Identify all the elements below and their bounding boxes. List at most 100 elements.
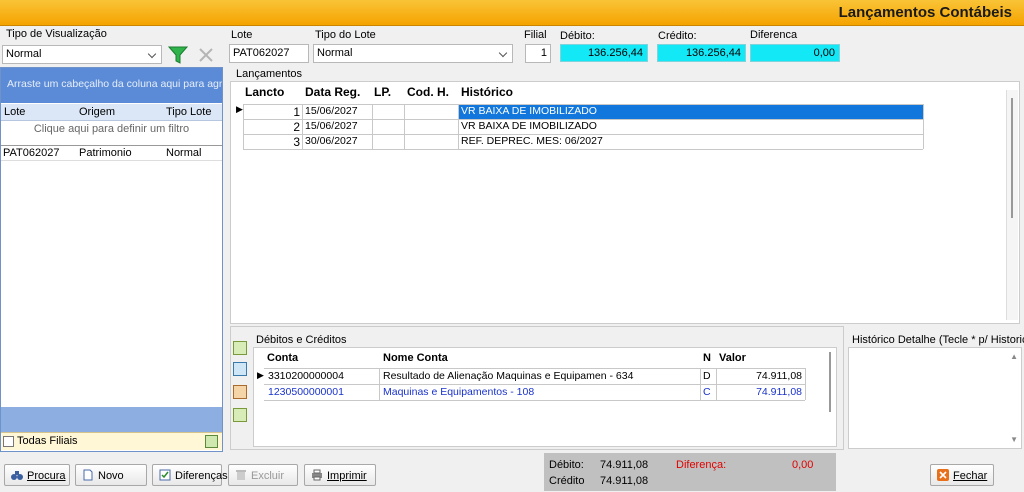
n-cell: D	[703, 370, 711, 382]
filial-label: Filial	[524, 29, 547, 41]
diferencas-button[interactable]: Diferenças	[152, 464, 228, 486]
fechar-label: Fechar	[953, 470, 988, 482]
window-title: Lançamentos Contábeis	[838, 4, 1012, 21]
lancto-cell: 2	[293, 120, 300, 134]
data-cell: 30/06/2027	[305, 135, 358, 147]
novo-button[interactable]: Novo	[75, 464, 147, 486]
excluir-label: Excluir	[251, 470, 285, 482]
tipo-lote-select[interactable]: Normal	[313, 44, 513, 63]
view-type-value: Normal	[6, 48, 42, 60]
scroll-up-icon[interactable]: ▲	[1010, 352, 1018, 361]
col-conta[interactable]: Conta	[267, 352, 298, 364]
col-n[interactable]: N	[703, 352, 711, 364]
lancamentos-label: Lançamentos	[236, 68, 303, 80]
col-tipo-lote[interactable]: Tipo Lote	[166, 106, 211, 118]
conta-cell: 1230500000001	[268, 386, 344, 398]
add-entry-icon[interactable]	[233, 341, 247, 355]
filter-icon[interactable]	[167, 45, 189, 68]
lote-field[interactable]: PAT062027	[229, 44, 309, 63]
tipo-lote-label: Tipo do Lote	[315, 29, 376, 41]
filter-row[interactable]: Clique aqui para definir um filtro	[1, 121, 222, 138]
lote-grid-header: Lote Origem Tipo Lote	[1, 104, 222, 121]
new-document-icon	[82, 469, 94, 481]
group-by-area[interactable]: Arraste um cabeçalho da coluna aqui para…	[1, 68, 222, 103]
col-lp[interactable]: LP.	[374, 85, 391, 99]
clear-filter-icon[interactable]	[198, 46, 214, 67]
delete-icon	[235, 469, 247, 481]
row-tipo: Normal	[166, 147, 202, 159]
data-cell: 15/06/2027	[305, 105, 358, 117]
status-credito-value: 74.911,08	[600, 475, 649, 487]
table-row[interactable]: 3310200000004 Resultado de Alienação Maq…	[264, 370, 805, 384]
all-filiais-checkbox[interactable]	[3, 436, 14, 447]
diferenca-label: Diferenca	[750, 29, 798, 41]
table-row[interactable]: 1230500000001 Maquinas e Equipamentos - …	[264, 386, 805, 400]
valor-cell: 74.911,08	[756, 370, 802, 382]
grid-footer	[1, 407, 222, 432]
imprimir-label: Imprimir	[327, 470, 367, 482]
historico-cell: VR BAIXA DE IMOBILIZADO	[461, 120, 597, 132]
view-type-label: Tipo de Visualização	[6, 28, 107, 40]
binoculars-icon	[11, 469, 23, 481]
col-lote[interactable]: Lote	[4, 106, 25, 118]
lote-label: Lote	[231, 29, 253, 41]
conta-cell: 3310200000004	[268, 370, 344, 382]
all-filiais-bar: Todas Filiais	[1, 432, 222, 450]
title-bar: Lançamentos Contábeis	[0, 0, 1024, 26]
debito-total: 136.256,44	[560, 44, 648, 62]
debcred-label: Débitos e Créditos	[256, 334, 347, 346]
current-row-indicator: ▶	[257, 370, 264, 380]
lancto-cell: 3	[293, 135, 300, 149]
col-valor[interactable]: Valor	[719, 352, 746, 364]
refresh-icon[interactable]	[205, 435, 218, 448]
nome-conta-cell: Maquinas e Equipamentos - 108	[383, 386, 535, 398]
credito-total: 136.256,44	[657, 44, 746, 62]
col-data-reg[interactable]: Data Reg.	[305, 85, 360, 99]
imprimir-button[interactable]: Imprimir	[304, 464, 376, 486]
lancto-cell: 1	[293, 105, 300, 119]
status-diferenca-label: Diferença:	[676, 459, 727, 471]
excluir-button[interactable]: Excluir	[228, 464, 298, 486]
copy-icon[interactable]	[233, 362, 247, 376]
list-item[interactable]: PAT062027 Patrimonio Normal	[1, 145, 222, 161]
tipo-lote-value: Normal	[317, 47, 353, 59]
paste-icon[interactable]	[233, 385, 247, 399]
view-type-select[interactable]: Normal	[2, 45, 162, 64]
scrollbar-thumb[interactable]	[1011, 98, 1013, 218]
historico-cell: REF. DEPREC. MES: 06/2027	[461, 135, 603, 147]
all-filiais-label: Todas Filiais	[17, 435, 78, 447]
fechar-button[interactable]: Fechar	[930, 464, 994, 486]
diferencas-label: Diferenças	[175, 470, 228, 482]
n-cell: C	[703, 386, 711, 398]
totals-summary: Débito: 74.911,08 Crédito 74.911,08 Dife…	[544, 453, 836, 491]
historico-detalhe-label: Histórico Detalhe (Tecle * p/ Historico …	[852, 334, 1024, 346]
scroll-down-icon[interactable]: ▼	[1010, 435, 1018, 444]
table-row[interactable]: 3 30/06/2027 REF. DEPREC. MES: 06/2027	[243, 135, 923, 149]
valor-cell: 74.911,08	[756, 386, 802, 398]
printer-icon	[311, 469, 323, 481]
col-lancto[interactable]: Lancto	[245, 85, 284, 99]
status-debito-label: Débito:	[549, 459, 584, 471]
credito-label: Crédito:	[658, 30, 697, 42]
table-row[interactable]: 2 15/06/2027 VR BAIXA DE IMOBILIZADO	[243, 120, 923, 134]
status-credito-label: Crédito	[549, 475, 585, 487]
filial-field[interactable]: 1	[525, 44, 551, 63]
status-debito-value: 74.911,08	[600, 459, 649, 471]
procura-label: Procura	[27, 470, 66, 482]
col-nome-conta[interactable]: Nome Conta	[383, 352, 448, 364]
close-icon	[937, 469, 949, 481]
debito-label: Débito:	[560, 30, 595, 42]
historico-cell: VR BAIXA DE IMOBILIZADO	[461, 105, 597, 117]
col-origem[interactable]: Origem	[79, 106, 115, 118]
novo-label: Novo	[98, 470, 124, 482]
table-row[interactable]: 1 15/06/2027 VR BAIXA DE IMOBILIZADO	[243, 105, 923, 119]
debcred-scrollbar[interactable]	[829, 352, 831, 412]
group-hint: Arraste um cabeçalho da coluna aqui para…	[7, 78, 222, 90]
procura-button[interactable]: Procura	[4, 464, 70, 486]
historico-detalhe-textarea[interactable]: ▲ ▼	[848, 347, 1022, 449]
lancamentos-scrollbar[interactable]	[1006, 90, 1018, 320]
col-cod-h[interactable]: Cod. H.	[407, 85, 449, 99]
col-historico[interactable]: Histórico	[461, 85, 513, 99]
refresh-entries-icon[interactable]	[233, 408, 247, 422]
status-diferenca-value: 0,00	[792, 459, 814, 471]
